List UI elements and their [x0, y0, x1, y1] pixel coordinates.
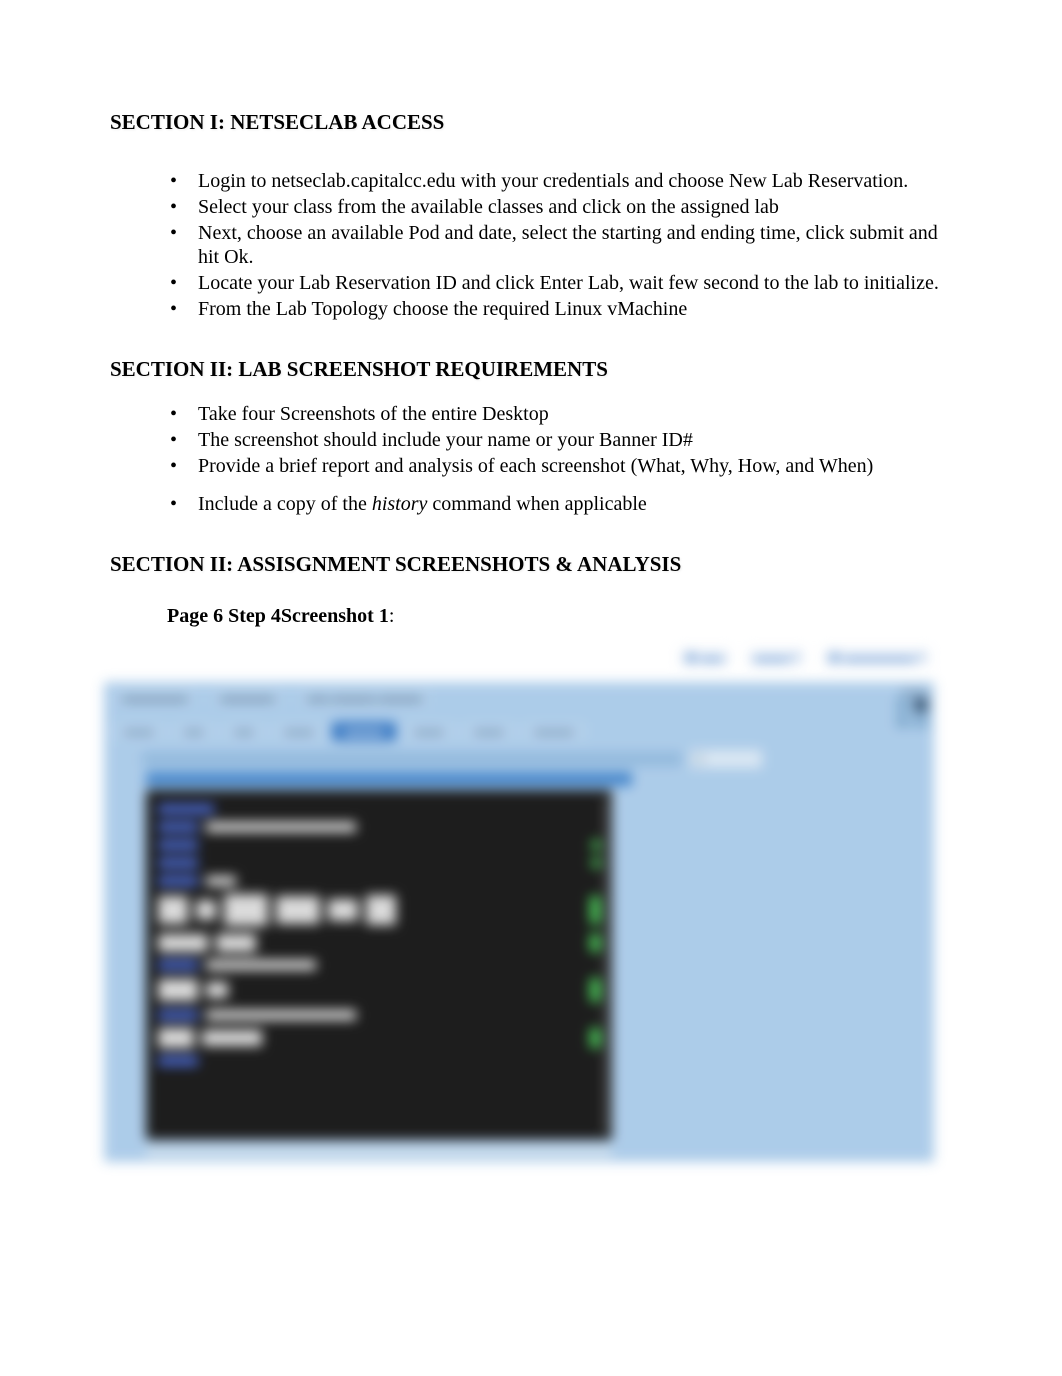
tab: ▬▬▬ — [112, 722, 166, 741]
time-box — [914, 698, 928, 712]
sub-toolbar — [142, 752, 682, 766]
window-title-bar — [146, 772, 632, 786]
breadcrumb-item: ▬▬▬▬▬▬ — [116, 690, 194, 706]
breadcrumb-item: ▬▬ ▬▬▬▬ ▬▬▬▬ — [301, 690, 429, 706]
list-item: Provide a brief report and analysis of e… — [170, 454, 952, 478]
top-link: ▣ ▬▬ — [679, 648, 729, 667]
tab: ▬▬▬▬ — [522, 722, 586, 741]
terminal-window — [146, 790, 612, 1140]
tab: ▬▬▬ — [402, 722, 456, 741]
time-remaining: ▬▬▬ — [868, 686, 928, 728]
list-item: Take four Screenshots of the entire Desk… — [170, 402, 952, 426]
tab: ▬▬ — [172, 722, 216, 741]
list-item: Next, choose an available Pod and date, … — [170, 221, 952, 269]
breadcrumb: ▬▬▬▬▬▬ ▬▬▬▬▬ ▬▬ ▬▬▬▬ ▬▬▬▬ — [116, 690, 429, 706]
breadcrumb-item: ▬▬▬▬▬ — [214, 690, 281, 706]
history-prefix: Include a copy of the — [198, 493, 372, 515]
top-link: ▬▬▬ ▾ — [748, 648, 805, 667]
embedded-screenshot: ▣ ▬▬ ▬▬▬ ▾ ▣ ▬▬▬▬▬▬ ▾ ▬▬▬▬▬▬ ▬▬▬▬▬ ▬▬ ▬▬… — [104, 642, 934, 1162]
section-2-list: Take four Screenshots of the entire Desk… — [170, 402, 952, 478]
top-link-bar: ▣ ▬▬ ▬▬▬ ▾ ▣ ▬▬▬▬▬▬ ▾ — [679, 648, 930, 667]
section-3-heading: SECTION II: ASSISGNMENT SCREENSHOTS & AN… — [110, 552, 952, 577]
tab-bar: ▬▬▬ ▬▬ ▬▬ ▬▬▬ ▬▬▬▬ ▬▬▬ ▬▬▬ ▬▬▬▬ — [112, 722, 586, 741]
terminal-scrollbar — [602, 796, 610, 1134]
search-box — [690, 750, 762, 768]
history-italic: history — [372, 493, 428, 515]
top-link: ▣ ▬▬▬▬▬▬ ▾ — [823, 648, 930, 667]
list-item: The screenshot should include your name … — [170, 428, 952, 452]
section-1-heading: SECTION I: NETSECLAB ACCESS — [110, 110, 952, 135]
time-box — [896, 698, 910, 712]
screenshot-caption: Page 6 Step 4Screenshot 1: — [167, 605, 952, 628]
lab-panel: ▬▬▬▬▬▬ ▬▬▬▬▬ ▬▬ ▬▬▬▬ ▬▬▬▬ ▬▬▬ ▬▬▬ ▬▬ ▬▬ … — [104, 682, 934, 1162]
list-item: From the Lab Topology choose the require… — [170, 297, 952, 321]
history-suffix: command when applicable — [427, 493, 646, 515]
time-box — [914, 714, 928, 728]
section-1-list: Login to netseclab.capitalcc.edu with yo… — [170, 169, 952, 321]
tab: ▬▬ — [222, 722, 266, 741]
section-2-heading: SECTION II: LAB SCREENSHOT REQUIREMENTS — [110, 357, 952, 382]
tab-active: ▬▬▬▬ — [332, 722, 396, 741]
tab: ▬▬▬ — [272, 722, 326, 741]
caption-bold: Page 6 Step 4Screenshot 1 — [167, 605, 389, 627]
list-item: Select your class from the available cla… — [170, 195, 952, 219]
list-item: Locate your Lab Reservation ID and click… — [170, 271, 952, 295]
time-label: ▬▬▬ — [868, 686, 928, 696]
list-item-history: Include a copy of the history command wh… — [170, 492, 952, 516]
bottom-strip — [146, 1146, 612, 1158]
tab: ▬▬▬ — [462, 722, 516, 741]
list-item: Login to netseclab.capitalcc.edu with yo… — [170, 169, 952, 193]
section-2-list-extra: Include a copy of the history command wh… — [170, 492, 952, 516]
time-box — [896, 714, 910, 728]
caption-colon: : — [389, 605, 395, 627]
